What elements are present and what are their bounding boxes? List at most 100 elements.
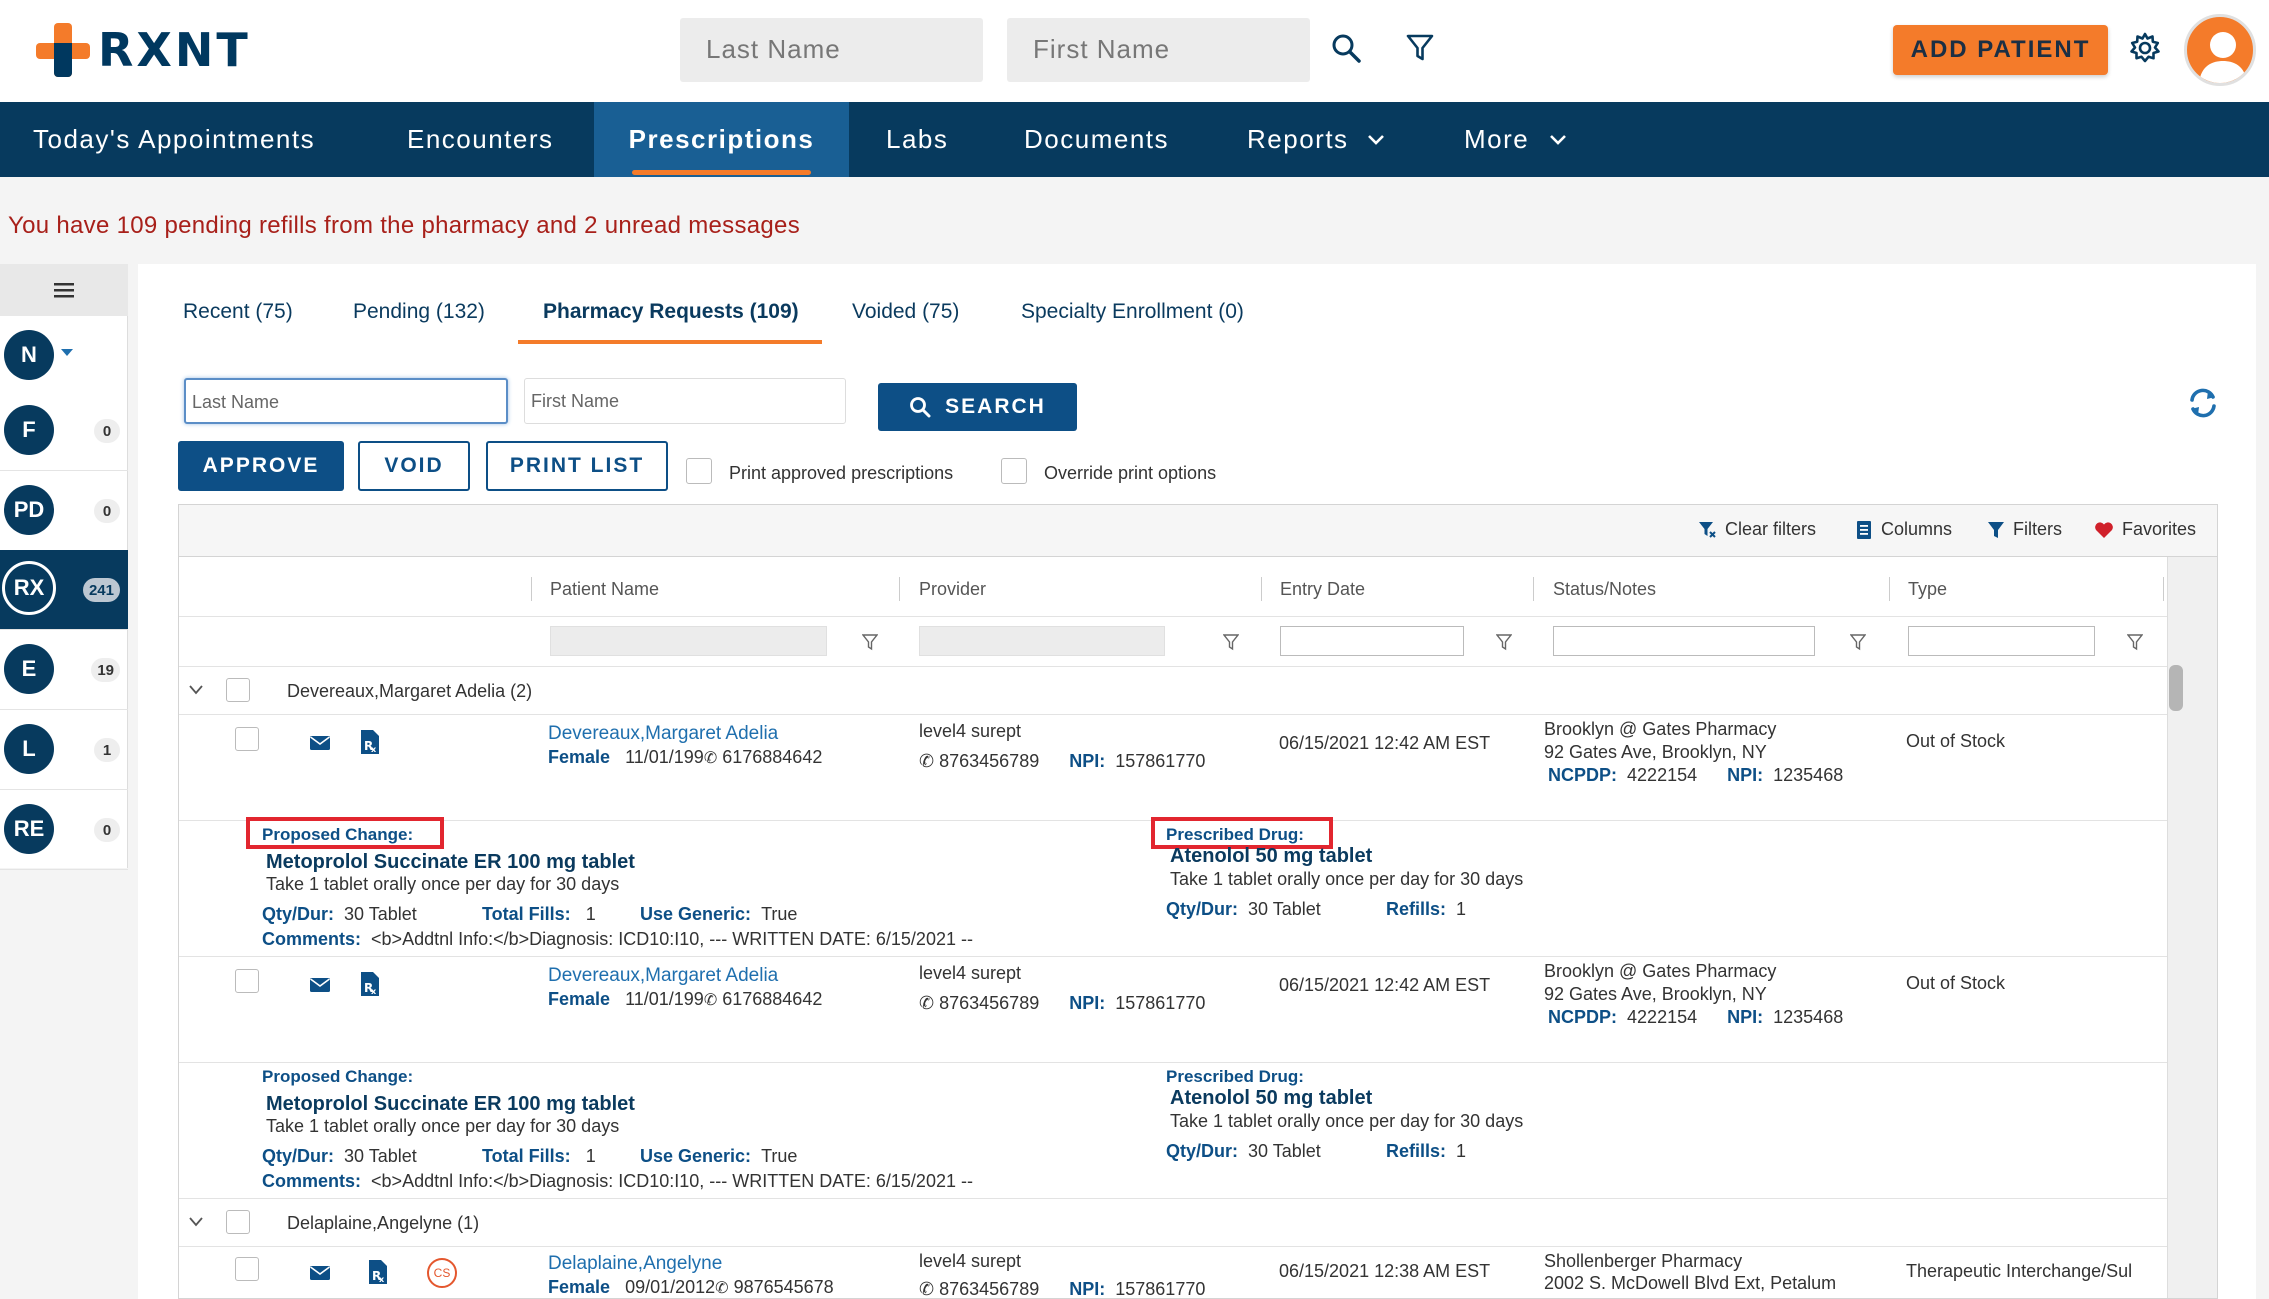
nav-more[interactable]: More — [1464, 102, 1567, 177]
column-separator — [1261, 577, 1262, 601]
table-row[interactable]: Rx CS Delaplaine,Angelyne Female 09/01/2… — [179, 1247, 2167, 1299]
pending-refills-alert[interactable]: You have 109 pending refills from the ph… — [8, 212, 800, 240]
filter-icon[interactable] — [1496, 633, 1512, 651]
columns-button[interactable]: Columns — [1855, 519, 1952, 540]
provider-filter-input[interactable] — [919, 626, 1165, 656]
entry-date-filter-input[interactable] — [1280, 626, 1464, 656]
print-list-button[interactable]: PRINT LIST — [486, 441, 668, 491]
refills-label: Refills: — [1386, 1141, 1447, 1161]
column-separator — [1889, 577, 1890, 601]
rx-document-icon[interactable]: Rx — [359, 971, 381, 997]
print-approved-checkbox[interactable] — [686, 458, 712, 484]
void-button[interactable]: VOID — [358, 441, 470, 491]
override-print-checkbox[interactable] — [1001, 458, 1027, 484]
row-checkbox[interactable] — [235, 1257, 259, 1281]
rail-item-n[interactable]: N — [0, 316, 128, 396]
header-first-name-input[interactable]: First Name — [1007, 18, 1310, 82]
rx-document-icon[interactable]: Rx — [367, 1259, 389, 1285]
tab-voided[interactable]: Voided (75) — [852, 300, 959, 324]
search-button[interactable]: SEARCH — [878, 383, 1077, 431]
gear-icon[interactable] — [2128, 31, 2162, 70]
envelope-icon[interactable] — [309, 1265, 331, 1281]
status-notes-filter-input[interactable] — [1553, 626, 1815, 656]
first-name-search-input[interactable]: First Name — [524, 378, 846, 424]
column-patient-name[interactable]: Patient Name — [550, 579, 659, 600]
patient-name-link[interactable]: Devereaux,Margaret Adelia — [548, 965, 778, 987]
refresh-icon[interactable] — [2186, 386, 2220, 425]
rail-item-f[interactable]: F 0 — [0, 391, 128, 471]
group-checkbox[interactable] — [226, 1210, 250, 1234]
add-patient-button[interactable]: ADD PATIENT — [1893, 25, 2108, 75]
grid-scrollbar-thumb[interactable] — [2169, 665, 2183, 711]
column-separator — [1533, 577, 1534, 601]
heart-icon — [2095, 521, 2113, 538]
rx-document-icon[interactable]: Rx — [359, 729, 381, 755]
envelope-icon[interactable] — [309, 977, 331, 993]
table-row[interactable]: Rx Devereaux,Margaret Adelia Female 11/0… — [179, 715, 2167, 821]
group-checkbox[interactable] — [226, 678, 250, 702]
provider-phone: 8763456789 — [939, 1279, 1040, 1299]
filter-icon[interactable] — [2127, 633, 2143, 651]
hamburger-menu-icon[interactable] — [0, 264, 128, 316]
patient-name-link[interactable]: Delaplaine,Angelyne — [548, 1253, 722, 1275]
group-label: Delaplaine,Angelyne (1) — [287, 1213, 480, 1233]
rail-badge: 0 — [94, 818, 120, 842]
rail-item-rx[interactable]: RX 241 — [0, 550, 128, 630]
filter-icon[interactable] — [1405, 32, 1435, 69]
approve-button[interactable]: APPROVE — [178, 441, 344, 491]
header-last-name-input[interactable]: Last Name — [680, 18, 983, 82]
provider-name: level4 surept — [919, 721, 1022, 741]
patient-name-filter-input[interactable] — [550, 626, 827, 656]
filter-icon[interactable] — [1850, 633, 1866, 651]
favorites-button[interactable]: Favorites — [2094, 519, 2196, 540]
envelope-icon[interactable] — [309, 735, 331, 751]
column-entry-date[interactable]: Entry Date — [1280, 579, 1365, 600]
phone-icon: ✆ — [715, 1280, 729, 1297]
patient-name-link[interactable]: Devereaux,Margaret Adelia — [548, 723, 778, 745]
filter-icon[interactable] — [1223, 633, 1239, 651]
proposed-qty: 30 Tablet — [344, 904, 417, 924]
filter-icon[interactable] — [862, 633, 878, 651]
column-type[interactable]: Type — [1908, 579, 1947, 600]
qty-dur-label: Qty/Dur: — [262, 904, 334, 924]
nav-prescriptions[interactable]: Prescriptions — [594, 102, 849, 177]
pharmacy-ncpdp: 4222154 — [1627, 765, 1698, 785]
search-icon[interactable] — [1330, 32, 1362, 69]
tab-specialty-enrollment[interactable]: Specialty Enrollment (0) — [1021, 300, 1244, 324]
rxnt-logo[interactable]: RXNT — [34, 20, 251, 80]
tab-recent[interactable]: Recent (75) — [183, 300, 293, 324]
row-checkbox[interactable] — [235, 969, 259, 993]
last-name-search-input[interactable]: Last Name — [184, 378, 508, 424]
chevron-down-icon[interactable] — [189, 1217, 203, 1227]
prescribed-sig: Take 1 tablet orally once per day for 30… — [1170, 869, 1524, 889]
group-row[interactable]: Devereaux,Margaret Adelia (2) — [179, 667, 2167, 715]
svg-text:x: x — [379, 1275, 385, 1284]
rail-circle: RX — [2, 561, 56, 615]
rail-item-l[interactable]: L 1 — [0, 710, 128, 790]
rail-item-re[interactable]: RE 0 — [0, 790, 128, 870]
group-row[interactable]: Delaplaine,Angelyne (1) — [179, 1199, 2167, 1247]
patient-gender: Female — [548, 989, 611, 1009]
rail-item-e[interactable]: E 19 — [0, 630, 128, 710]
filter-icon — [1988, 521, 2004, 538]
request-type: Therapeutic Interchange/Sul — [1906, 1261, 2133, 1281]
nav-reports[interactable]: Reports — [1247, 102, 1385, 177]
table-row[interactable]: Rx Devereaux,Margaret Adelia Female 11/0… — [179, 957, 2167, 1063]
search-button-label: SEARCH — [945, 395, 1046, 418]
clear-filters-button[interactable]: Clear filters — [1697, 519, 1816, 540]
filters-button[interactable]: Filters — [1987, 519, 2062, 540]
user-avatar[interactable] — [2184, 14, 2256, 86]
nav-todays-appointments[interactable]: Today's Appointments — [33, 102, 315, 177]
type-filter-input[interactable] — [1908, 626, 2095, 656]
tab-pharmacy-requests[interactable]: Pharmacy Requests (109) — [543, 300, 799, 324]
chevron-down-icon[interactable] — [189, 685, 203, 695]
nav-labs[interactable]: Labs — [886, 102, 948, 177]
nav-encounters[interactable]: Encounters — [407, 102, 554, 177]
nav-documents[interactable]: Documents — [1024, 102, 1169, 177]
row-checkbox[interactable] — [235, 727, 259, 751]
tab-pending[interactable]: Pending (132) — [353, 300, 485, 324]
column-separator — [899, 577, 900, 601]
rail-item-pd[interactable]: PD 0 — [0, 471, 128, 551]
column-status-notes[interactable]: Status/Notes — [1553, 579, 1656, 600]
column-provider[interactable]: Provider — [919, 579, 986, 600]
